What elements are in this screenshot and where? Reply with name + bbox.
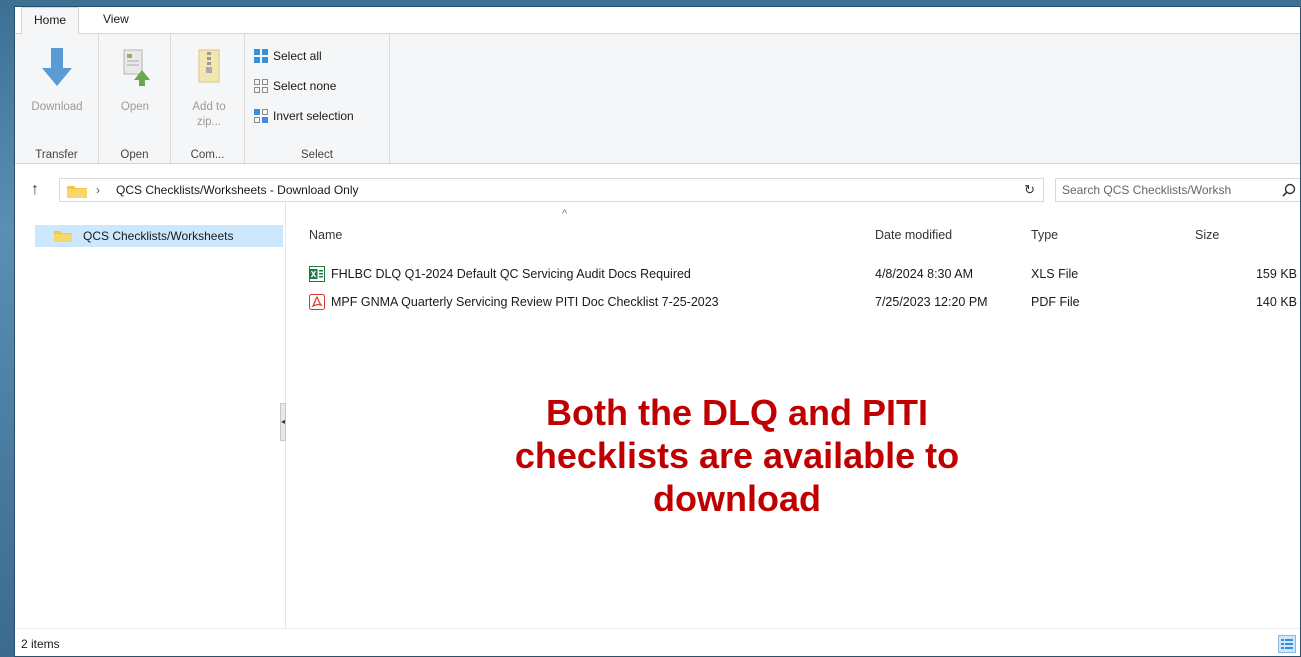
select-none-button[interactable]: Select none: [253, 76, 336, 96]
select-group-label: Select: [301, 149, 333, 161]
navigation-pane: QCS Checklists/Worksheets: [15, 210, 287, 628]
callout-line-1: Both the DLQ and PITI: [546, 392, 928, 433]
open-file-icon: [123, 49, 150, 86]
file-name: MPF GNMA Quarterly Servicing Review PITI…: [331, 295, 719, 309]
file-name: FHLBC DLQ Q1-2024 Default QC Servicing A…: [331, 267, 691, 281]
file-type: XLS File: [1031, 267, 1079, 281]
breadcrumb-chevron-icon[interactable]: ›: [96, 179, 100, 201]
file-type: PDF File: [1031, 295, 1080, 309]
select-all-button[interactable]: Select all: [253, 46, 322, 66]
add-to-zip-label-1: Add to: [192, 101, 226, 113]
select-none-icon: [254, 78, 268, 93]
select-none-label: Select none: [273, 79, 337, 93]
invert-selection-button[interactable]: Invert selection: [253, 106, 354, 126]
zip-folder-icon: [198, 49, 220, 83]
collapse-pane-handle[interactable]: ◂: [280, 403, 286, 441]
status-bar: 2 items: [15, 628, 1300, 656]
sort-caret-icon[interactable]: ^: [562, 208, 567, 220]
invert-selection-label: Invert selection: [273, 109, 354, 123]
column-header-date[interactable]: Date modified: [875, 228, 952, 242]
download-button[interactable]: Download: [25, 42, 89, 132]
refresh-icon[interactable]: ↻: [1024, 179, 1035, 201]
file-date: 7/25/2023 12:20 PM: [875, 295, 988, 309]
ribbon-group-select: Select all Select none Invert selection …: [245, 34, 390, 165]
file-date: 4/8/2024 8:30 AM: [875, 267, 973, 281]
transfer-group-label: Transfer: [35, 149, 78, 161]
open-group-label: Open: [120, 149, 149, 161]
callout-line-3: download: [653, 478, 821, 519]
table-row[interactable]: FHLBC DLQ Q1-2024 Default QC Servicing A…: [309, 264, 1300, 284]
file-size: 140 KB: [1255, 295, 1297, 309]
excel-icon: [309, 266, 325, 282]
ribbon-tabs: Home View: [15, 7, 1300, 34]
tab-view[interactable]: View: [91, 7, 141, 34]
item-count: 2 items: [21, 637, 60, 651]
select-all-icon: [254, 48, 268, 63]
breadcrumb-path[interactable]: QCS Checklists/Worksheets - Download Onl…: [116, 179, 359, 201]
search-input[interactable]: Search QCS Checklists/Worksh: [1055, 178, 1300, 202]
select-all-label: Select all: [273, 49, 322, 63]
table-row[interactable]: MPF GNMA Quarterly Servicing Review PITI…: [309, 292, 1300, 312]
ribbon: Download Transfer Open Open Add to zip..…: [15, 33, 1300, 165]
folder-icon: [54, 231, 72, 242]
add-to-zip-label-2: zip...: [196, 116, 222, 128]
address-row: ↑ › QCS Checklists/Worksheets - Download…: [15, 178, 1300, 202]
nav-item-label: QCS Checklists/Worksheets: [83, 229, 234, 243]
details-view-icon[interactable]: [1278, 635, 1296, 653]
annotation-callout: Both the DLQ and PITI checklists are ava…: [387, 391, 1087, 520]
open-button[interactable]: Open: [103, 42, 167, 132]
pdf-icon: [309, 294, 325, 310]
nav-item-qcs-checklists[interactable]: QCS Checklists/Worksheets: [35, 225, 283, 247]
file-explorer-window: Home View Download Transfer Open Open Ad…: [14, 6, 1301, 657]
file-size: 159 KB: [1255, 267, 1297, 281]
tab-home[interactable]: Home: [21, 7, 80, 34]
download-label: Download: [31, 101, 83, 113]
up-arrow-icon[interactable]: ↑: [25, 178, 45, 202]
callout-line-2: checklists are available to: [514, 435, 960, 476]
ribbon-group-open: Open Open: [99, 34, 171, 165]
open-label: Open: [120, 101, 150, 113]
invert-selection-icon: [254, 108, 268, 123]
ribbon-group-transfer: Download Transfer: [15, 34, 99, 165]
add-to-zip-button[interactable]: Add to zip...: [177, 42, 241, 132]
column-header-size[interactable]: Size: [1195, 228, 1219, 242]
address-bar[interactable]: › QCS Checklists/Worksheets - Download O…: [59, 178, 1044, 202]
folder-icon: [67, 186, 87, 198]
compress-group-label: Com...: [190, 149, 225, 161]
ribbon-group-compress: Add to zip... Com...: [171, 34, 245, 165]
column-header-type[interactable]: Type: [1031, 228, 1058, 242]
search-placeholder: Search QCS Checklists/Worksh: [1062, 183, 1232, 197]
search-icon[interactable]: [1282, 183, 1296, 197]
column-header-name[interactable]: Name: [309, 228, 342, 242]
download-arrow-icon: [42, 48, 72, 86]
